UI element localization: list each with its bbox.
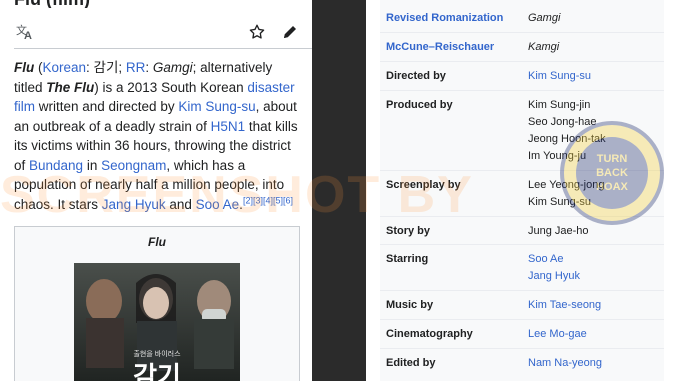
link-kim-sung-su[interactable]: Kim Sung-su	[178, 99, 255, 114]
article-toolbar: 文 A	[0, 18, 312, 48]
link-jang-hyuk[interactable]: Jang Hyuk	[102, 197, 166, 212]
poster-art: 출현을 바이러스 감기	[74, 263, 240, 381]
infobox-value[interactable]: Nam Na-yeong	[528, 355, 602, 372]
infobox-label: Edited by	[386, 357, 436, 369]
poster-title: 감기	[133, 361, 181, 381]
infobox-label: Cinematography	[386, 328, 473, 340]
text-run: : 감기;	[86, 60, 126, 75]
infobox-value[interactable]: Jang Hyuk	[528, 268, 580, 285]
row-divider	[380, 348, 664, 349]
infobox-label[interactable]: Revised Romanization	[386, 12, 503, 24]
infobox-label: Screenplay by	[386, 179, 461, 191]
left-divider	[312, 0, 366, 381]
page-title-cropped: Flu (film)	[0, 0, 312, 8]
svg-text:A: A	[24, 30, 32, 40]
film-poster[interactable]: 출현을 바이러스 감기	[74, 263, 240, 381]
poster-subtitle: 출현을 바이러스	[133, 349, 181, 358]
row-divider	[380, 90, 664, 91]
romanized-title: Gamgi	[152, 60, 193, 75]
article-lead-paragraph: Flu (Korean: 감기; RR: Gamgi; alternativel…	[14, 58, 304, 214]
turnbackhoax-badge-icon: TURN BACK HOAX	[560, 121, 664, 225]
pencil-icon[interactable]	[281, 23, 299, 41]
left-article-panel: Flu (film) 文 A Flu (Korean: 감기; RR: Gamg…	[0, 0, 312, 381]
link-soo-ae[interactable]: Soo Ae	[196, 197, 240, 212]
page-title: Flu (film)	[14, 0, 90, 8]
badge-line2: BACK	[596, 167, 628, 179]
row-divider	[380, 290, 664, 291]
right-infobox-panel: Revised Romanization Gamgi McCune–Reischau…	[366, 0, 678, 381]
text-run: written and directed by	[35, 99, 179, 114]
infobox-value: Gamgi	[528, 12, 561, 24]
row-divider	[380, 319, 664, 320]
infobox: Flu 출현을 바이러스 감기	[14, 226, 300, 381]
text-run: (	[34, 60, 43, 75]
infobox-label[interactable]: McCune–Reischauer	[386, 41, 494, 53]
link-h5n1[interactable]: H5N1	[211, 119, 246, 134]
link-seongnam[interactable]: Seongnam	[101, 158, 166, 173]
infobox-label: Starring	[386, 253, 429, 265]
infobox-value[interactable]: Kim Tae-seong	[528, 297, 601, 314]
infobox-value: Kim Sung-jin	[528, 99, 591, 111]
infobox-value[interactable]: Lee Mo-gae	[528, 326, 587, 343]
infobox-value[interactable]: Kim Sung-su	[528, 68, 591, 85]
infobox-label: Music by	[386, 299, 434, 311]
infobox-label: Produced by	[386, 99, 453, 111]
infobox-title: Flu	[148, 235, 166, 249]
row-divider	[380, 32, 664, 33]
row-divider	[380, 244, 664, 245]
row-divider	[380, 61, 664, 62]
link-rr[interactable]: RR	[126, 60, 146, 75]
infobox-label: Directed by	[386, 70, 446, 82]
alt-title-bold: The Flu	[46, 79, 95, 95]
text-run: in	[83, 157, 102, 173]
infobox-value: Kamgi	[528, 41, 560, 53]
text-run: and	[165, 196, 196, 212]
reference-links[interactable]: [2][3][4][5][6]	[243, 195, 293, 205]
film-title-bold: Flu	[14, 60, 35, 75]
text-run: :	[145, 60, 153, 75]
infobox-value[interactable]: Soo Ae	[528, 251, 563, 268]
infobox-label: Story by	[386, 225, 431, 237]
text-run: ) is a 2013 South Korean	[94, 79, 248, 95]
toolbar-divider	[14, 48, 312, 49]
link-bundang[interactable]: Bundang	[29, 158, 83, 173]
star-icon[interactable]	[248, 23, 266, 41]
badge-line3: HOAX	[596, 181, 628, 193]
link-korean[interactable]: Korean	[43, 60, 87, 75]
translate-icon[interactable]: 文 A	[16, 24, 34, 40]
badge-line1: TURN	[597, 153, 628, 165]
